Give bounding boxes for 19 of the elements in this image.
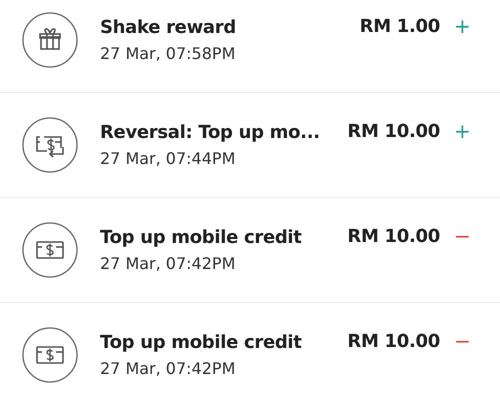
- transaction-title: Top up mobile credit: [100, 332, 303, 353]
- transaction-amount: RM 1.00: [360, 16, 440, 36]
- sign-icon: +: [454, 14, 468, 38]
- transaction-title: Top up mobile credit: [100, 227, 303, 248]
- transaction-amount: RM 10.00: [347, 120, 440, 142]
- sign-icon: +: [454, 119, 468, 143]
- transaction-date: 27 Mar, 07:44PM: [100, 149, 236, 168]
- card-icon: [22, 222, 78, 278]
- transaction-date: 27 Mar, 07:58PM: [100, 44, 236, 63]
- card-icon: [22, 327, 78, 383]
- sign-icon: −: [454, 224, 468, 248]
- transaction-title: Reversal: Top up mo...: [100, 122, 321, 143]
- transaction-amount: RM 10.00: [347, 226, 440, 246]
- transaction-date: 27 Mar, 07:42PM: [100, 359, 236, 378]
- sign-icon: −: [454, 329, 468, 353]
- transaction-date: 27 Mar, 07:42PM: [100, 254, 236, 273]
- gift-icon: [22, 12, 78, 68]
- transaction-amount: RM 10.00: [347, 330, 440, 352]
- transaction-title: Shake reward: [100, 17, 237, 38]
